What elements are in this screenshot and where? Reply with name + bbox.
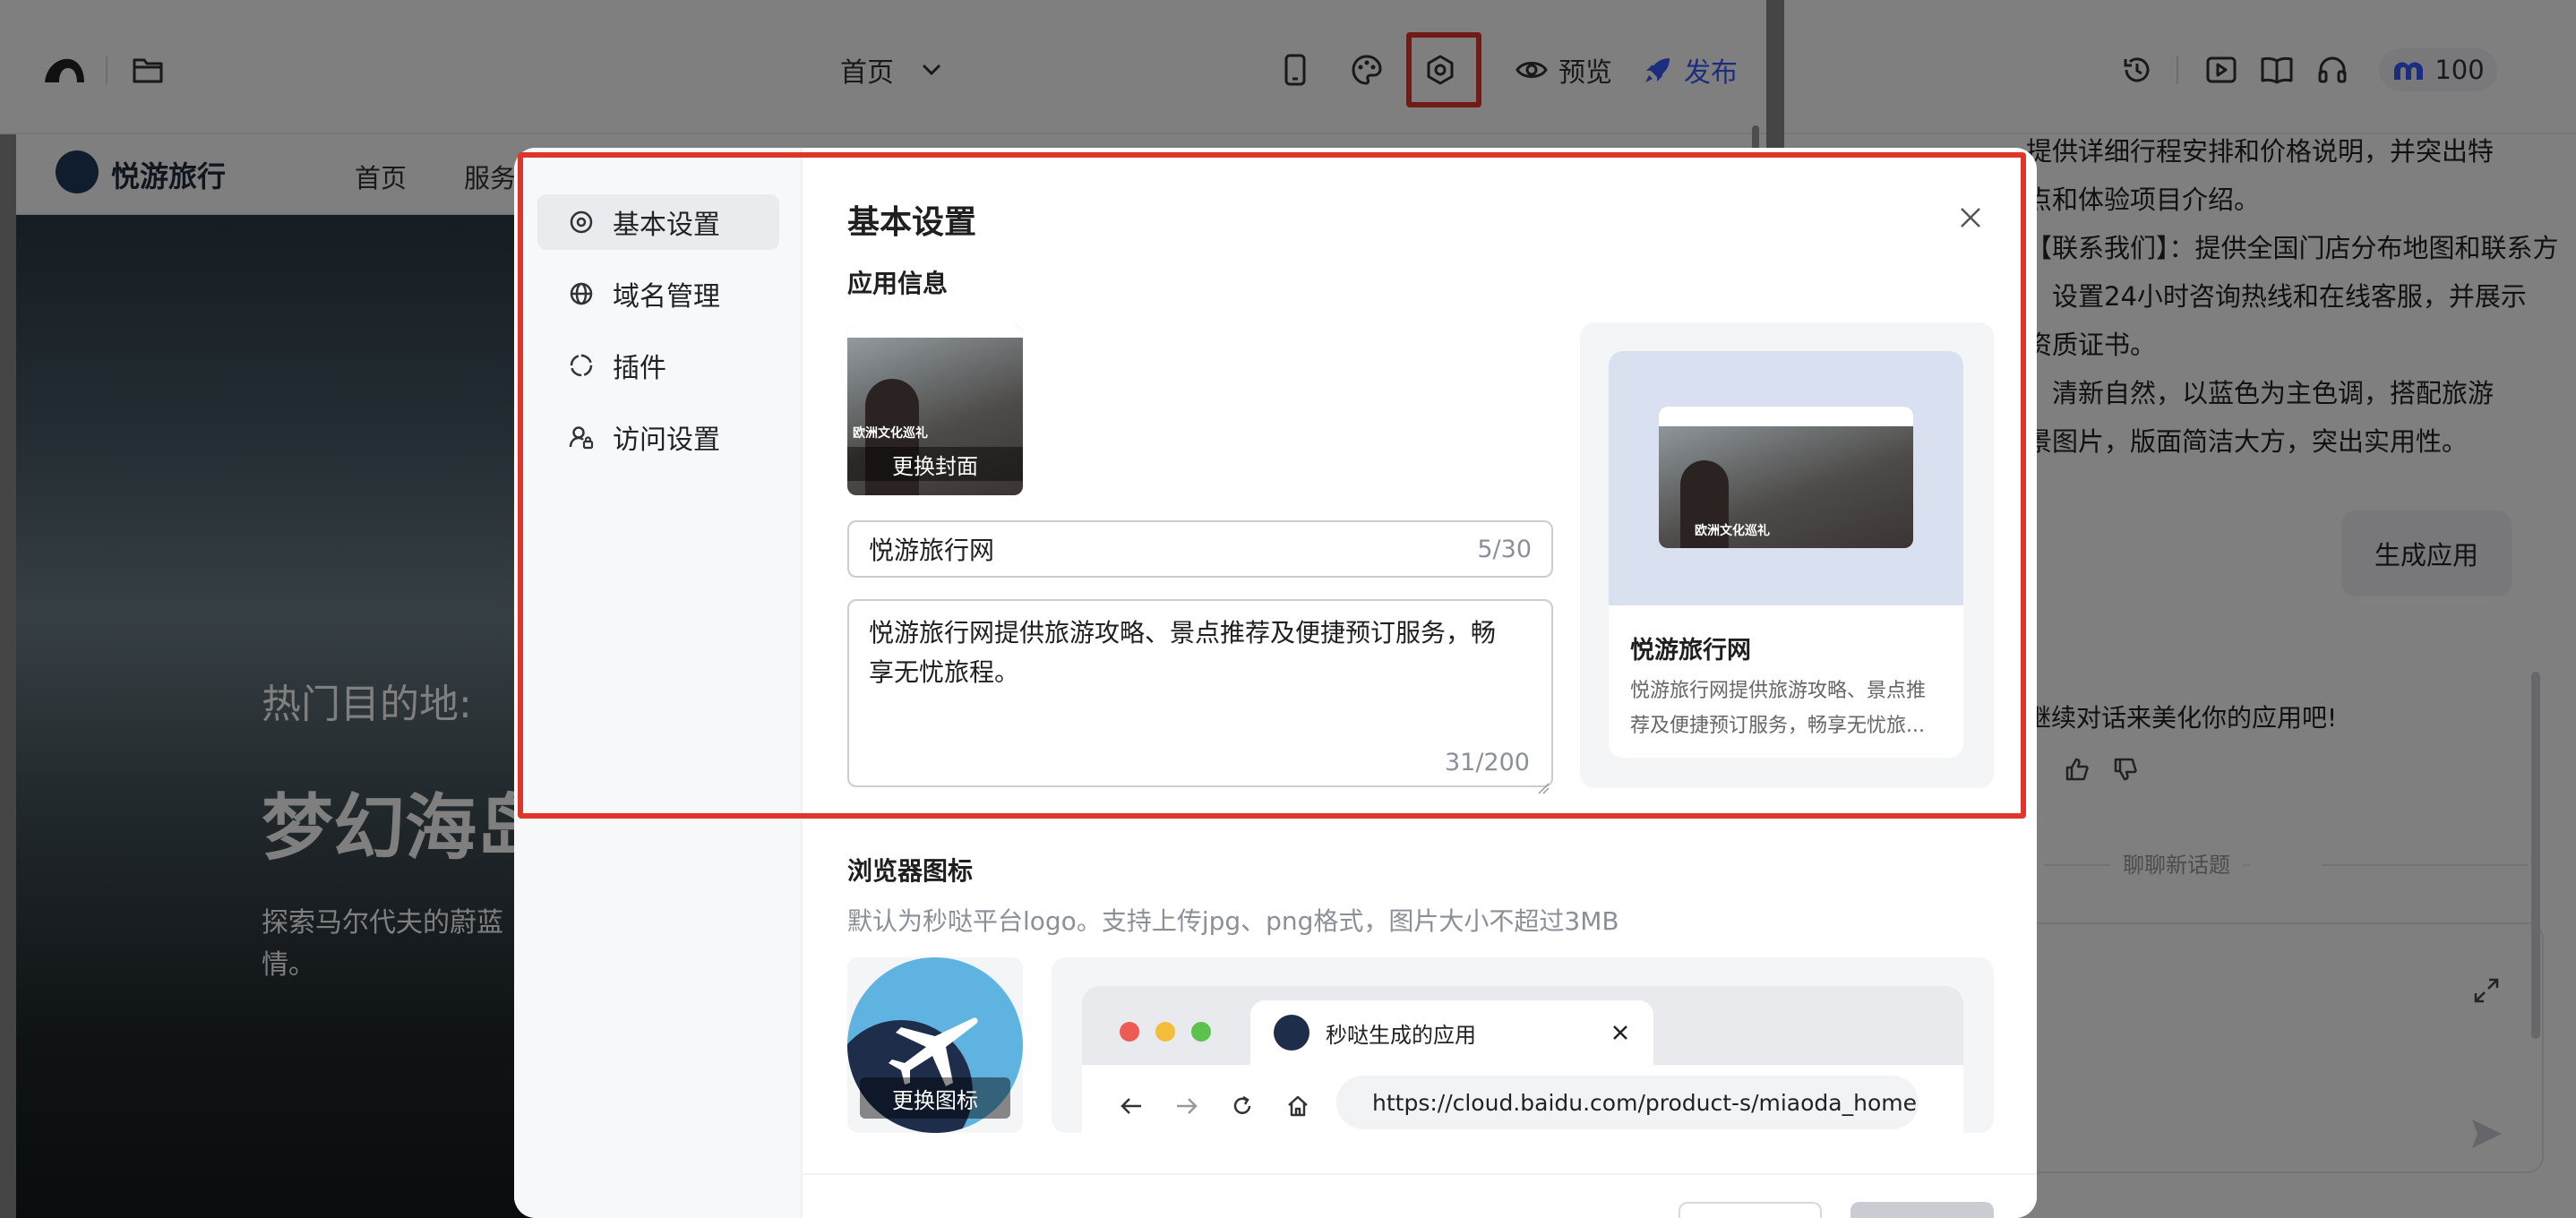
basic-settings-highlight-box (518, 152, 2026, 819)
address-bar: https://cloud.baidu.com/product-s/miaoda… (1336, 1076, 1919, 1129)
favicon-preview[interactable]: 更换图标 (847, 957, 1023, 1133)
tab-favicon-icon (1274, 1015, 1309, 1051)
browser-preview-panel: 秒哒生成的应用 https://cloud.baidu.com/product-… (1052, 957, 1994, 1133)
change-icon-button[interactable]: 更换图标 (860, 1077, 1010, 1119)
back-arrow-icon (1120, 1095, 1143, 1120)
forward-arrow-icon (1175, 1095, 1198, 1120)
browser-tab: 秒哒生成的应用 (1250, 1000, 1653, 1065)
favicon-title: 浏览器图标 (847, 856, 974, 886)
confirm-button[interactable] (1850, 1202, 1994, 1218)
address-url: https://cloud.baidu.com/product-s/miaoda… (1372, 1089, 1917, 1116)
home-icon (1286, 1094, 1309, 1121)
cancel-button[interactable] (1679, 1202, 1822, 1218)
browser-mock: 秒哒生成的应用 https://cloud.baidu.com/product-… (1082, 986, 1963, 1133)
refresh-icon (1231, 1094, 1254, 1121)
tab-close-icon (1610, 1023, 1630, 1042)
window-maximize-dot (1191, 1022, 1211, 1042)
window-close-dot (1120, 1022, 1139, 1042)
window-minimize-dot (1155, 1022, 1175, 1042)
browser-address-row: https://cloud.baidu.com/product-s/miaoda… (1082, 1065, 1963, 1133)
change-icon-label: 更换图标 (892, 1087, 978, 1113)
tab-title: 秒哒生成的应用 (1326, 1022, 1476, 1048)
favicon-hint: 默认为秒哒平台logo。支持上传jpg、png格式，图片大小不超过3MB (847, 906, 1619, 936)
